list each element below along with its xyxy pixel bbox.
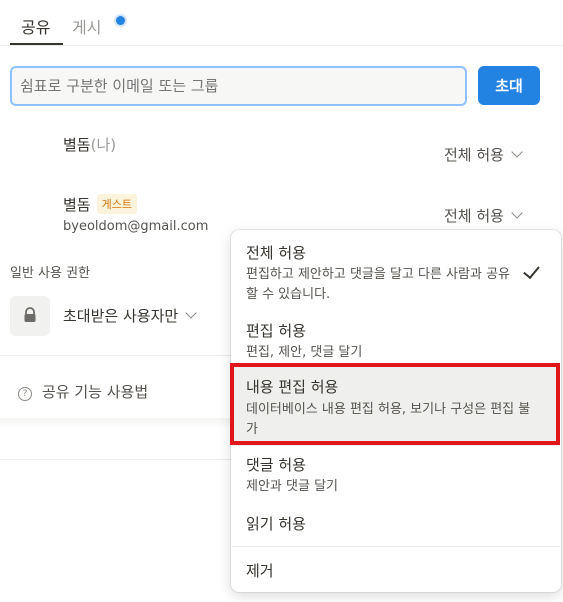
section-divider [0,355,232,356]
share-help-label: 공유 기능 사용법 [42,383,149,401]
menu-item-comment[interactable]: 댓글 허용 [246,454,306,475]
general-access-dropdown[interactable]: 초대받은 사용자만 [63,305,197,326]
tab-publish[interactable]: 게시 [72,14,101,38]
tabs-divider [0,45,563,46]
member-self-suffix: (나) [90,136,117,154]
general-access-label: 일반 사용 권한 [10,266,91,281]
member-name-text: 별돔 [63,196,91,214]
share-help-link[interactable]: ? 공유 기능 사용법 [18,381,148,402]
menu-item-description: 제안과 댓글 달기 [246,479,338,494]
help-icon: ? [18,387,32,401]
member-permission-dropdown[interactable]: 전체 허용 [444,205,523,226]
general-access-value: 초대받은 사용자만 [63,307,179,325]
guest-badge: 게스트 [96,194,137,214]
highlight-annotation-box [230,363,560,445]
tab-share[interactable]: 공유 [21,14,50,38]
invite-button[interactable]: 초대 [478,66,540,105]
chevron-down-icon [185,307,197,319]
invite-email-input[interactable] [10,66,467,106]
member-email: byeoldom@gmail.com [63,219,209,234]
publish-status-dot-icon [116,16,125,25]
menu-item-description: 편집하고 제안하고 댓글을 달고 다른 사람과 공유할 수 있습니다. [246,267,510,302]
menu-item-edit[interactable]: 편집 허용 [246,320,306,341]
member-permission-label: 전체 허용 [444,146,504,164]
menu-item-read[interactable]: 읽기 허용 [246,513,306,534]
member-permission-dropdown[interactable]: 전체 허용 [444,144,523,165]
menu-item-full-access[interactable]: 전체 허용 [246,242,306,263]
chevron-down-icon [511,146,523,158]
menu-divider [232,546,560,547]
panel-footer-shadow [0,418,232,428]
panel-bottom-divider [0,459,232,460]
menu-item-remove[interactable]: 제거 [246,560,274,581]
lock-icon [24,307,36,322]
member-permission-label: 전체 허용 [444,207,504,225]
member-name-text: 별돔 [63,136,91,154]
chevron-down-icon [511,207,523,219]
member-name: 별돔 게스트 [63,194,137,215]
menu-item-description: 편집, 제안, 댓글 달기 [246,345,363,360]
member-name: 별돔(나) [63,134,116,155]
